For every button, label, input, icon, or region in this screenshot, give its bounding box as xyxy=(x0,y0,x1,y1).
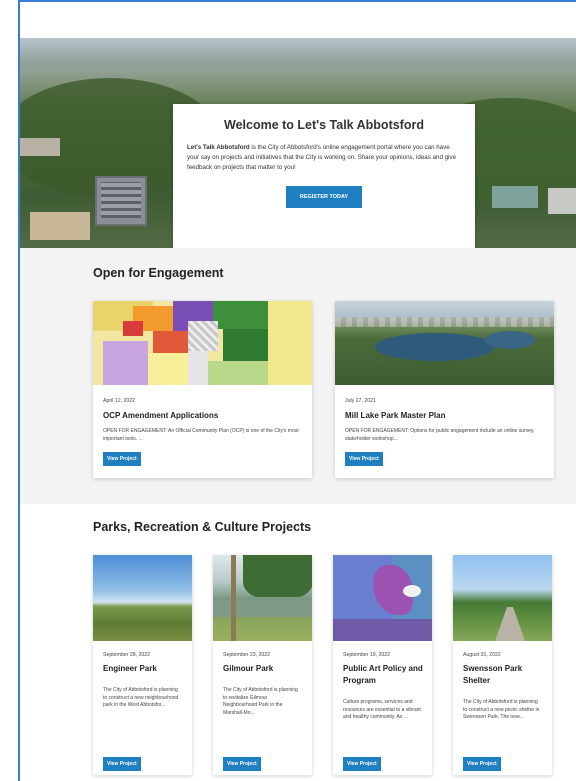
parks-section: Parks, Recreation & Culture Projects Sep… xyxy=(20,504,576,781)
card-date: July 27, 2021 xyxy=(345,398,376,404)
card-date: September 28, 2022 xyxy=(103,652,151,658)
hero-mountain-ridge xyxy=(20,38,576,66)
hero-building xyxy=(20,138,60,156)
card-description: Culture programs, services and resources… xyxy=(343,699,421,721)
card-description: OPEN FOR ENGAGEMENT: An Official Communi… xyxy=(103,428,299,442)
card-description: The City of Abbotsford is planning to re… xyxy=(223,687,298,716)
card-title[interactable]: Engineer Park xyxy=(103,663,184,675)
hero-building xyxy=(492,186,538,208)
hero-banner: Welcome to Let's Talk Abbotsford Let's T… xyxy=(20,38,576,248)
project-card-gilmour-park[interactable]: September 23, 2022 Gilmour Park The City… xyxy=(213,555,312,775)
welcome-title: Welcome to Let's Talk Abbotsford xyxy=(224,118,424,132)
card-title[interactable]: Public Art Policy and Program xyxy=(343,663,424,686)
top-bar xyxy=(20,2,576,38)
view-project-button[interactable]: View Project xyxy=(343,757,381,771)
parks-heading: Parks, Recreation & Culture Projects xyxy=(93,520,312,534)
project-card-engineer-park[interactable]: September 28, 2022 Engineer Park The Cit… xyxy=(93,555,192,775)
card-description: The City of Abbotsford is planning to co… xyxy=(103,687,179,709)
gilmour-park-image xyxy=(213,555,312,641)
card-date: April 12, 2022 xyxy=(103,398,136,404)
card-title[interactable]: Gilmour Park xyxy=(223,663,304,675)
hero-building xyxy=(30,212,90,240)
engagement-heading: Open for Engagement xyxy=(93,266,224,280)
view-project-button[interactable]: View Project xyxy=(223,757,261,771)
view-project-button[interactable]: View Project xyxy=(345,452,383,466)
card-date: September 19, 2022 xyxy=(343,652,391,658)
project-card-public-art[interactable]: September 19, 2022 Public Art Policy and… xyxy=(333,555,432,775)
hero-building xyxy=(95,176,147,226)
card-title[interactable]: OCP Amendment Applications xyxy=(103,410,304,422)
hero-building xyxy=(548,188,576,214)
view-project-button[interactable]: View Project xyxy=(103,452,141,466)
card-description: The City of Abbotsford is planning to co… xyxy=(463,699,540,721)
card-description: OPEN FOR ENGAGEMENT: Options for public … xyxy=(345,428,535,442)
engagement-section: Open for Engagement April 12, 2022 OCP A… xyxy=(20,248,576,504)
welcome-intro: Let's Talk Abbotsford is the City of Abb… xyxy=(187,143,461,174)
project-card-swensson-park[interactable]: August 31, 2022 Swensson Park Shelter Th… xyxy=(453,555,552,775)
public-art-image xyxy=(333,555,432,641)
card-title[interactable]: Swensson Park Shelter xyxy=(463,663,544,686)
browser-frame: Welcome to Let's Talk Abbotsford Let's T… xyxy=(18,0,576,781)
welcome-intro-bold: Let's Talk Abbotsford xyxy=(187,144,250,151)
card-date: August 31, 2022 xyxy=(463,652,501,658)
view-project-button[interactable]: View Project xyxy=(103,757,141,771)
card-title[interactable]: Mill Lake Park Master Plan xyxy=(345,410,546,422)
card-date: September 23, 2022 xyxy=(223,652,271,658)
engineer-park-image xyxy=(93,555,192,641)
register-button[interactable]: REGISTER TODAY xyxy=(285,185,363,208)
view-project-button[interactable]: View Project xyxy=(463,757,501,771)
project-card-mill-lake[interactable]: July 27, 2021 Mill Lake Park Master Plan… xyxy=(335,301,554,478)
ocp-map-image xyxy=(93,301,312,385)
welcome-box: Welcome to Let's Talk Abbotsford Let's T… xyxy=(173,104,475,248)
mill-lake-image xyxy=(335,301,554,385)
project-card-ocp[interactable]: April 12, 2022 OCP Amendment Application… xyxy=(93,301,312,478)
swensson-park-image xyxy=(453,555,552,641)
